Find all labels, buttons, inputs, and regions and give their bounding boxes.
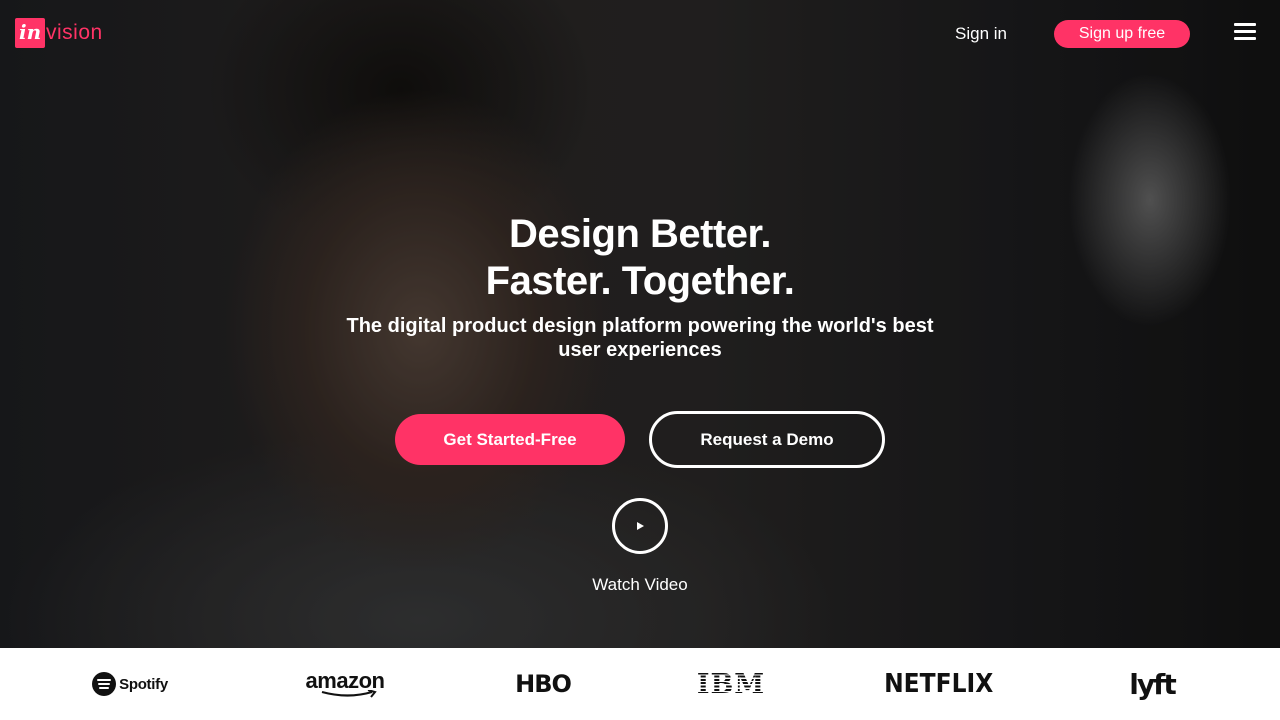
invision-logo[interactable]: in vision [15, 18, 103, 48]
request-demo-button[interactable]: Request a Demo [649, 411, 885, 468]
hbo-logo: HBO [515, 670, 572, 698]
play-icon [637, 522, 644, 530]
watch-video-label[interactable]: Watch Video [0, 574, 1280, 596]
hero-headline-line1: Design Better. [509, 212, 771, 256]
netflix-logo: NETFLIX [884, 669, 994, 699]
lyft-logo: lyft [1129, 667, 1176, 701]
get-started-button[interactable]: Get Started-Free [395, 414, 625, 465]
watch-video-button[interactable] [612, 498, 668, 554]
hamburger-menu-icon[interactable] [1234, 23, 1256, 41]
amazon-smile-icon [321, 690, 377, 698]
customer-logos-bar: Spotify amazon HBO IBM NETFLIX lyft [0, 648, 1280, 720]
amazon-logo: amazon [295, 648, 395, 720]
spotify-icon [92, 672, 117, 696]
hero-section: in vision Sign in Sign up free Design Be… [0, 0, 1280, 648]
logo-wordmark: vision [46, 21, 103, 44]
ibm-logo: IBM [696, 668, 766, 700]
logo-mark: in [15, 18, 45, 48]
hero-subheadline: The digital product design platform powe… [346, 315, 934, 361]
sign-up-button[interactable]: Sign up free [1054, 20, 1190, 48]
spotify-logo: Spotify [80, 648, 180, 720]
hero-headline-line2: Faster. Together. [485, 259, 795, 303]
sign-in-link[interactable]: Sign in [955, 22, 1007, 46]
